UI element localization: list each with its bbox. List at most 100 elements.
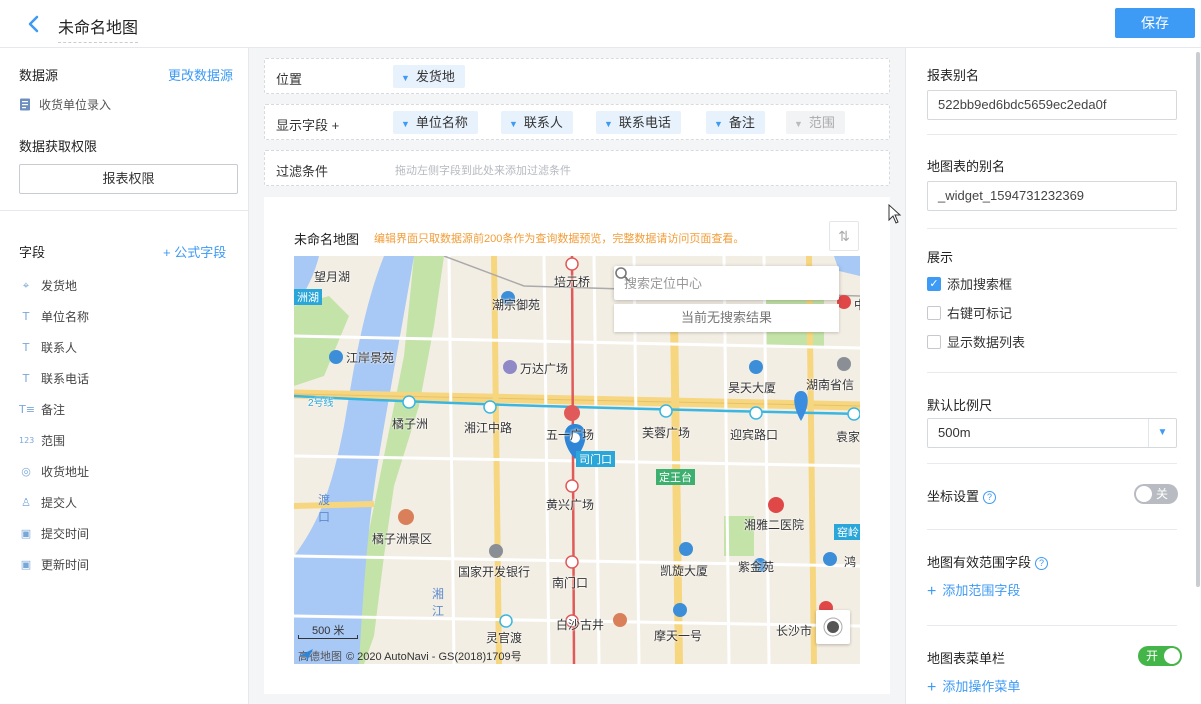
caret-down-icon: ▼ xyxy=(604,119,613,129)
field-label: 单位名称 xyxy=(41,310,90,324)
checkbox-label: 右键可标记 xyxy=(947,306,1013,321)
map-label: 五一广场 xyxy=(546,428,595,442)
plus-icon: + xyxy=(927,679,937,696)
save-button[interactable]: 保存 xyxy=(1115,8,1195,38)
field-item-update-time[interactable]: ▣ 更新时间 xyxy=(19,549,239,580)
field-item-phone[interactable]: T 联系电话 xyxy=(19,363,239,394)
permission-title: 数据获取权限 xyxy=(19,139,98,154)
divider xyxy=(927,134,1177,135)
field-label: 提交人 xyxy=(41,496,78,510)
map-pin-icon: ◎ xyxy=(21,465,31,478)
checkbox-icon xyxy=(927,305,941,320)
divider xyxy=(927,372,1177,373)
right-click-mark-checkbox[interactable]: 右键可标记 xyxy=(927,303,1012,322)
map-search-input[interactable] xyxy=(614,266,804,300)
add-operation-menu-button[interactable]: + 添加操作菜单 xyxy=(927,676,1020,697)
filter-dropzone[interactable]: 过滤条件 拖动左侧字段到此处来添加过滤条件 xyxy=(264,150,890,186)
field-item-submitter[interactable]: ♙ 提交人 xyxy=(19,487,239,518)
add-formula-field-button[interactable]: + 公式字段 xyxy=(163,242,226,261)
left-panel: 数据源 更改数据源 收货单位录入 数据获取权限 报表权限 字段 + 公式字段 ⌖… xyxy=(0,48,249,704)
divider xyxy=(927,625,1177,626)
chip-label: 单位名称 xyxy=(415,115,468,130)
field-label: 提交时间 xyxy=(41,527,90,541)
amap-logo-icon xyxy=(299,649,313,661)
chip-label: 发货地 xyxy=(415,69,455,84)
help-icon[interactable]: ? xyxy=(983,491,997,504)
caret-down-icon: ▼ xyxy=(509,119,518,129)
right-panel-scrollbar[interactable] xyxy=(1196,52,1200,587)
link-label: 添加范围字段 xyxy=(942,583,1021,598)
field-item-contact[interactable]: T 联系人 xyxy=(19,332,239,363)
filter-label: 过滤条件 xyxy=(276,164,329,179)
display-chip-range-dragging[interactable]: ▼ 范围 xyxy=(786,111,845,134)
coord-settings-toggle[interactable]: 关 xyxy=(1134,484,1178,504)
preview-notice: 编辑界面只取数据源前200条作为查询数据预览，完整数据请访问页面查看。 xyxy=(374,233,745,245)
location-dropzone[interactable]: 位置 ▼ 发货地 xyxy=(264,58,890,94)
page-title[interactable]: 未命名地图 xyxy=(58,14,139,43)
datasource-item[interactable]: 收货单位录入 xyxy=(19,96,111,113)
checkbox-checked-icon: ✓ xyxy=(927,276,941,291)
map-label: 湖南省信 xyxy=(806,378,855,392)
map-scale-bar xyxy=(298,635,358,639)
default-scale-title: 默认比例尺 xyxy=(927,398,993,413)
caret-down-icon: ▼ xyxy=(401,119,410,129)
map-label: 鸿 xyxy=(844,555,857,569)
back-arrow-icon[interactable] xyxy=(22,12,46,36)
field-item-remark[interactable]: T≡ 备注 xyxy=(19,394,239,425)
locate-button[interactable] xyxy=(816,610,850,644)
location-label: 位置 xyxy=(276,72,303,87)
search-icon[interactable] xyxy=(614,266,630,282)
location-chip[interactable]: ▼ 发货地 xyxy=(393,65,465,88)
divider xyxy=(927,463,1177,464)
show-data-list-checkbox[interactable]: 显示数据列表 xyxy=(927,332,1025,351)
report-permission-button[interactable]: 报表权限 xyxy=(19,164,238,194)
default-scale-select[interactable]: 500m ▼ xyxy=(927,418,1177,448)
map-label: 袁家 xyxy=(836,430,860,444)
map-label-river: 渡口 xyxy=(318,493,331,524)
range-field-label: 地图有效范围字段 xyxy=(927,555,1032,570)
search-empty-result: 当前无搜索结果 xyxy=(614,304,839,332)
map-label: 湘江中路 xyxy=(464,421,513,435)
report-alias-input[interactable]: 522bb9ed6bdc5659ec2eda0f xyxy=(927,90,1177,120)
toggle-label: 关 xyxy=(1156,487,1169,501)
menu-bar-toggle[interactable]: 开 xyxy=(1138,646,1182,666)
field-item-submit-time[interactable]: ▣ 提交时间 xyxy=(19,518,239,549)
display-chip-phone[interactable]: ▼ 联系电话 xyxy=(596,111,681,134)
calendar-icon: ▣ xyxy=(20,527,32,540)
map-alias-input[interactable]: _widget_1594731232369 xyxy=(927,181,1177,211)
field-label: 收货地址 xyxy=(41,465,90,479)
field-item-range[interactable]: 123 范围 xyxy=(19,425,239,456)
plus-icon: + xyxy=(927,583,937,600)
field-label: 范围 xyxy=(41,434,66,448)
map-label: 橘子洲景区 xyxy=(372,532,433,546)
help-icon[interactable]: ? xyxy=(1035,557,1049,570)
field-label: 发货地 xyxy=(41,279,78,293)
field-item-shipping-place[interactable]: ⌖ 发货地 xyxy=(19,270,239,301)
form-icon xyxy=(20,98,30,111)
field-item-address[interactable]: ◎ 收货地址 xyxy=(19,456,239,487)
map-copyright: © 2020 AutoNavi - GS(2018)1709号 xyxy=(346,651,522,663)
field-item-unit-name[interactable]: T 单位名称 xyxy=(19,301,239,332)
locate-icon xyxy=(823,617,843,637)
field-label: 联系电话 xyxy=(41,372,90,386)
display-chip-remark[interactable]: ▼ 备注 xyxy=(706,111,765,134)
coord-settings-title: 坐标设置? xyxy=(927,486,997,505)
map-label: 定王台 xyxy=(656,469,695,485)
display-chip-unit-name[interactable]: ▼ 单位名称 xyxy=(393,111,478,134)
right-panel: 报表别名 522bb9ed6bdc5659ec2eda0f 地图表的别名 _wi… xyxy=(905,48,1201,704)
location-target-icon: ⌖ xyxy=(22,278,30,292)
map-label: 江岸景苑 xyxy=(346,351,395,365)
display-fields-label[interactable]: 显示字段 + xyxy=(276,115,339,134)
toggle-knob xyxy=(1136,486,1152,502)
caret-down-icon: ▼ xyxy=(714,119,723,129)
change-datasource-link[interactable]: 更改数据源 xyxy=(168,65,233,84)
map-label: 黄兴广场 xyxy=(546,498,595,512)
display-fields-dropzone[interactable]: 显示字段 + ▼ 单位名称 ▼ 联系人 ▼ 联系电话 ▼ 备注 ▼ 范围 xyxy=(264,104,890,140)
add-range-field-button[interactable]: + 添加范围字段 xyxy=(927,580,1020,601)
map-label: 国家开发银行 xyxy=(458,565,531,579)
display-chip-contact[interactable]: ▼ 联系人 xyxy=(501,111,573,134)
add-search-box-checkbox[interactable]: ✓ 添加搜索框 xyxy=(927,274,1012,293)
map-view[interactable]: 望月湖 潮宗御苑 培元桥 万达广场 江岸景苑 橘子洲 湘江中路 五一广场 芙蓉广… xyxy=(294,256,860,664)
map-attribution: 高德地图 © 2020 AutoNavi - GS(2018)1709号 xyxy=(298,648,522,664)
swap-icon[interactable]: ⇅ xyxy=(829,221,859,251)
